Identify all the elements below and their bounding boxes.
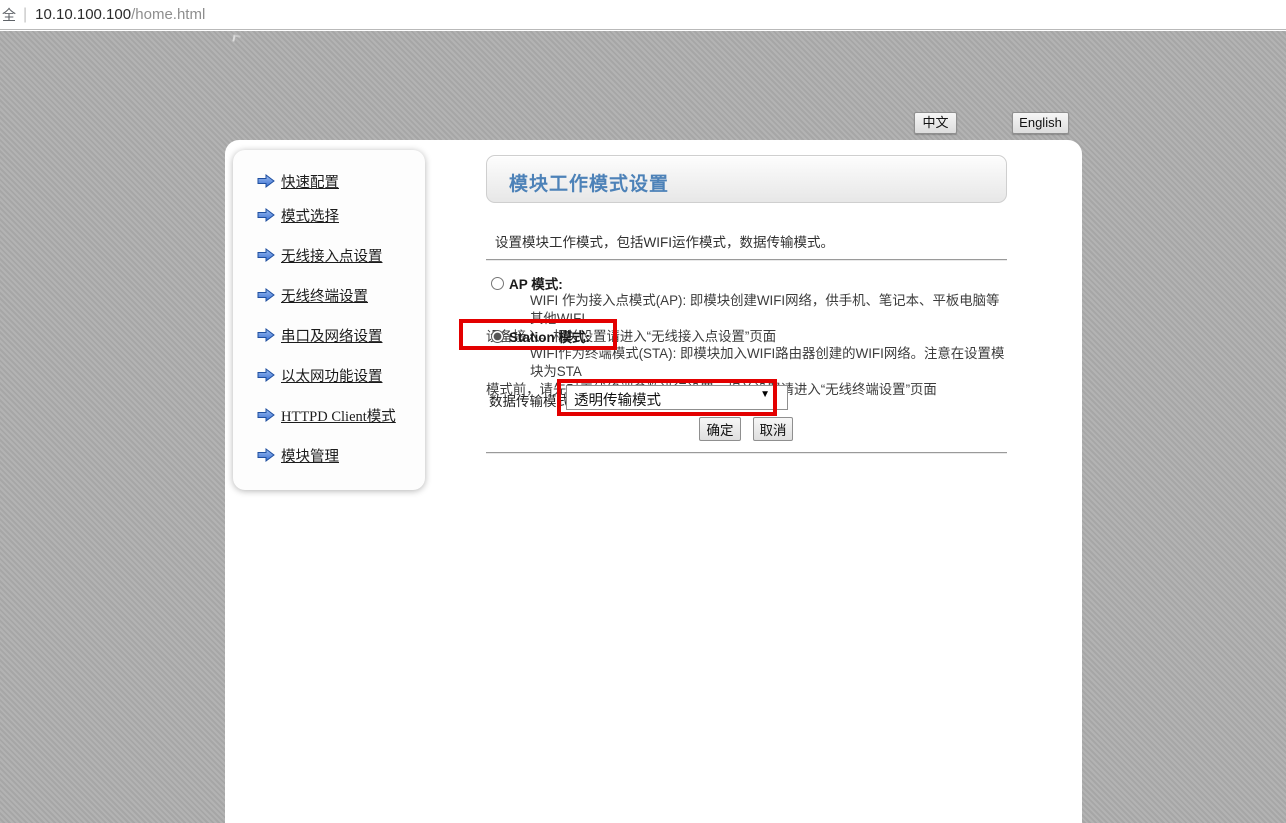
sidebar-item-serial-network[interactable]: 串口及网络设置 [257,325,383,345]
sidebar-item-label: 无线终端设置 [281,285,368,306]
divider-top [486,259,1007,261]
dropdown-arrow-icon: ▼ [760,389,770,400]
ap-desc-line1: WIFI 作为接入点模式(AP): 即模块创建WIFI网络，供手机、笔记本、平板… [486,292,1010,328]
sidebar-item-ethernet[interactable]: 以太网功能设置 [257,365,383,385]
sidebar-item-label: 串口及网络设置 [281,325,383,346]
language-chinese-button[interactable]: 中文 [914,112,957,134]
main-header-panel: 模块工作模式设置 [486,155,1007,203]
arrow-right-icon [257,448,275,462]
selected-option-label: 透明传输模式 [574,389,661,410]
sidebar-item-mode-select[interactable]: 模式选择 [257,205,339,225]
arrow-right-icon [257,368,275,382]
url-host: 10.10.100.100 [35,6,131,23]
ap-mode-label: AP 模式: [509,273,563,293]
mouse-cursor-artifact [232,34,240,42]
ok-button[interactable]: 确定 [699,417,741,441]
sidebar-item-quick-config[interactable]: 快速配置 [257,171,339,191]
screen: 全 | 10.10.100.100 /home.html 中文 English … [0,0,1286,823]
arrow-right-icon [257,174,275,188]
sidebar-item-module-manage[interactable]: 模块管理 [257,445,339,465]
url-separator: | [23,6,27,24]
sidebar-item-ap-settings[interactable]: 无线接入点设置 [257,245,383,265]
ap-mode-radio[interactable] [491,277,504,290]
sidebar-item-label: 无线接入点设置 [281,245,383,266]
language-english-button[interactable]: English [1012,112,1069,134]
sidebar-item-label: 快速配置 [281,171,339,192]
data-transmission-label: 数据传输模式 [489,390,570,410]
url-path: /home.html [131,6,205,23]
sidebar-nav: 快速配置 模式选择 无线接入点设置 无线终端设置 串口及网络设置 以太网功能设置… [233,150,425,490]
browser-address-bar[interactable]: 全 | 10.10.100.100 /home.html [0,0,1286,30]
cancel-button[interactable]: 取消 [753,417,793,441]
data-transmission-select[interactable]: 透明传输模式 ▼ [566,385,788,410]
arrow-right-icon [257,328,275,342]
divider-bottom [486,452,1007,454]
arrow-right-icon [257,208,275,222]
arrow-right-icon [257,248,275,262]
sidebar-item-label: 模式选择 [281,205,339,226]
page-description: 设置模块工作模式，包括WIFI运作模式，数据传输模式。 [495,231,1010,251]
station-mode-option[interactable]: Station 模式: [491,326,590,346]
station-mode-label: Station 模式: [509,326,590,346]
sidebar-item-httpd-client[interactable]: HTTPD Client模式 [257,405,396,425]
security-label: 全 [2,5,16,25]
page-title: 模块工作模式设置 [487,156,1006,196]
station-mode-radio[interactable] [491,330,504,343]
sidebar-item-label: 以太网功能设置 [281,365,383,386]
station-desc-line1: WIFI作为终端模式(STA): 即模块加入WIFI路由器创建的WIFI网络。注… [486,345,1010,381]
sidebar-item-label: HTTPD Client模式 [281,405,396,426]
ap-mode-option[interactable]: AP 模式: [491,273,563,293]
sidebar-item-label: 模块管理 [281,445,339,466]
sidebar-item-sta-settings[interactable]: 无线终端设置 [257,285,368,305]
arrow-right-icon [257,288,275,302]
arrow-right-icon [257,408,275,422]
